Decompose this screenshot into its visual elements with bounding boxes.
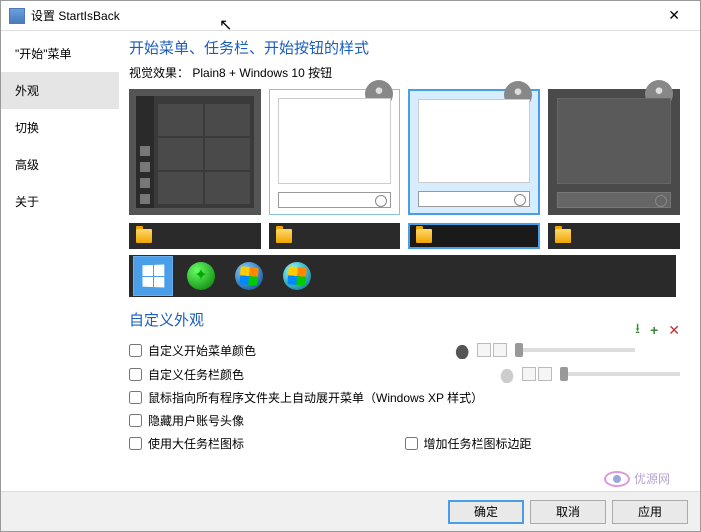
chk-large-icons-label: 使用大任务栏图标 [148, 435, 244, 452]
folder-icon [276, 229, 292, 243]
clover-icon [187, 262, 215, 290]
orb-win7[interactable] [229, 256, 269, 296]
color-swatch[interactable] [538, 367, 552, 381]
custom-heading: 自定义外观 [129, 309, 680, 330]
chk-auto-expand[interactable] [129, 391, 142, 404]
chk-icon-spacing[interactable] [405, 437, 418, 450]
titlebar: 设置 StartIsBack ✕ [1, 1, 700, 31]
chk-large-icons[interactable] [129, 437, 142, 450]
style-previews [129, 89, 680, 215]
folder-icon [416, 229, 432, 243]
menu-style-1[interactable] [129, 89, 261, 215]
windows-logo-icon [143, 265, 165, 288]
sidebar-item-about[interactable]: 关于 [1, 183, 119, 220]
color-swatch[interactable] [522, 367, 536, 381]
orb-win7-alt[interactable] [277, 256, 317, 296]
chk-hide-avatar[interactable] [129, 414, 142, 427]
taskbar-style-4[interactable] [548, 223, 680, 249]
color-swatch[interactable] [477, 343, 491, 357]
taskbar-style-3[interactable] [408, 223, 540, 249]
sidebar-item-advanced[interactable]: 高级 [1, 146, 119, 183]
app-icon [9, 8, 25, 24]
sidebar: "开始"菜单 外观 切换 高级 关于 [1, 31, 119, 491]
chk-menu-color-label: 自定义开始菜单颜色 [148, 342, 256, 359]
opacity-slider[interactable] [515, 348, 635, 352]
chk-icon-spacing-label: 增加任务栏图标边距 [424, 435, 532, 452]
sidebar-item-start-menu[interactable]: "开始"菜单 [1, 35, 119, 72]
window-title: 设置 StartIsBack [31, 7, 656, 24]
taskbar-previews [129, 223, 680, 249]
chk-taskbar-color-label: 自定义任务栏颜色 [148, 366, 244, 383]
taskbar-style-2[interactable] [269, 223, 401, 249]
orb-clover[interactable] [181, 256, 221, 296]
remove-icon[interactable]: ✕ [668, 322, 680, 339]
apply-button[interactable]: 应用 [612, 500, 688, 524]
footer: 确定 取消 应用 [1, 491, 700, 531]
add-icon[interactable]: + [650, 322, 658, 338]
win7-orb-icon [235, 262, 263, 290]
chk-auto-expand-label: 鼠标指向所有程序文件夹上自动展开菜单（Windows XP 样式） [148, 389, 483, 406]
visual-effect-label: 视觉效果： Plain8 + Windows 10 按钮 [129, 64, 680, 81]
drop-icon[interactable] [455, 341, 469, 359]
orb-previews [129, 255, 676, 297]
orb-win10[interactable] [133, 256, 173, 296]
sidebar-item-appearance[interactable]: 外观 [1, 72, 119, 109]
close-icon[interactable]: ✕ [656, 7, 692, 24]
section-heading: 开始菜单、任务栏、开始按钮的样式 [129, 37, 680, 58]
chk-menu-color[interactable] [129, 344, 142, 357]
menu-style-2[interactable] [269, 89, 401, 215]
opacity-slider[interactable] [560, 372, 680, 376]
folder-icon [136, 229, 152, 243]
custom-options: 自定义开始菜单颜色 自定义任务栏颜色 [129, 338, 680, 455]
drop-icon[interactable] [500, 365, 514, 383]
color-swatch[interactable] [493, 343, 507, 357]
win7-orb-icon [283, 262, 311, 290]
download-icon[interactable]: ⭳ [635, 318, 640, 342]
folder-icon [555, 229, 571, 243]
menu-style-3[interactable] [408, 89, 540, 215]
chk-taskbar-color[interactable] [129, 368, 142, 381]
visual-effect-value: Plain8 + Windows 10 按钮 [192, 66, 332, 80]
cancel-button[interactable]: 取消 [530, 500, 606, 524]
style-actions: ⭳ + ✕ [635, 318, 680, 342]
chk-hide-avatar-label: 隐藏用户账号头像 [148, 412, 244, 429]
sidebar-item-switching[interactable]: 切换 [1, 109, 119, 146]
menu-style-4[interactable] [548, 89, 680, 215]
ok-button[interactable]: 确定 [448, 500, 524, 524]
content-pane: 开始菜单、任务栏、开始按钮的样式 视觉效果： Plain8 + Windows … [119, 31, 700, 491]
taskbar-style-1[interactable] [129, 223, 261, 249]
